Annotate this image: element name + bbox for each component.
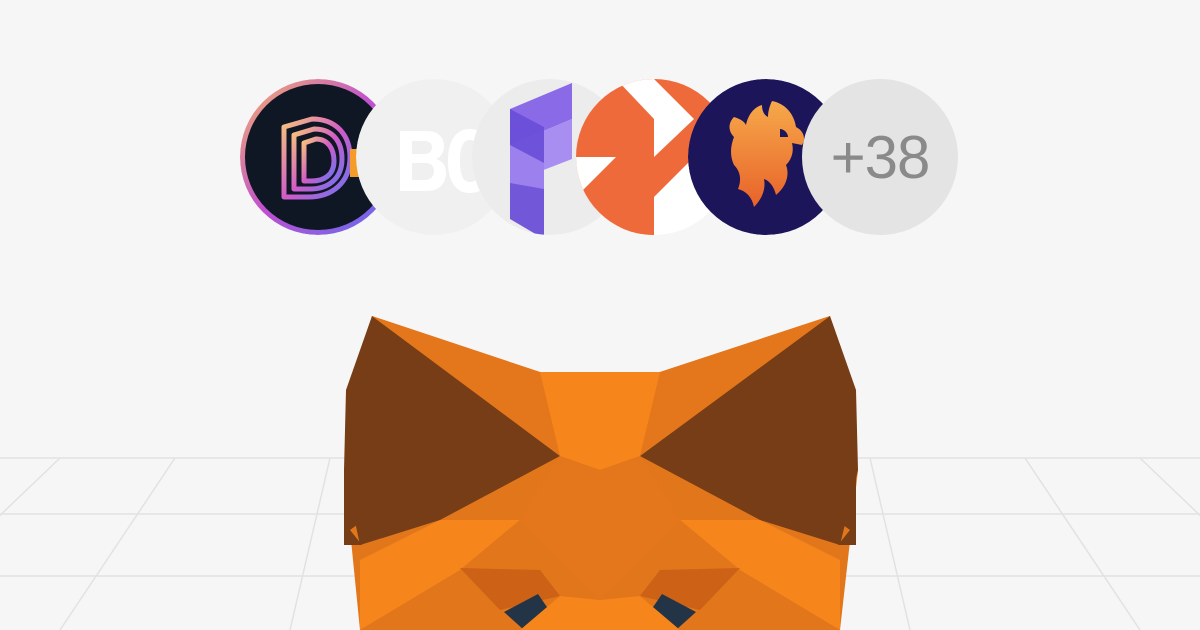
banner-canvas: +38 (0, 0, 1200, 630)
more-partners-badge: +38 (802, 79, 958, 235)
metamask-fox-icon (344, 316, 858, 630)
more-count-label: +38 (830, 123, 931, 191)
